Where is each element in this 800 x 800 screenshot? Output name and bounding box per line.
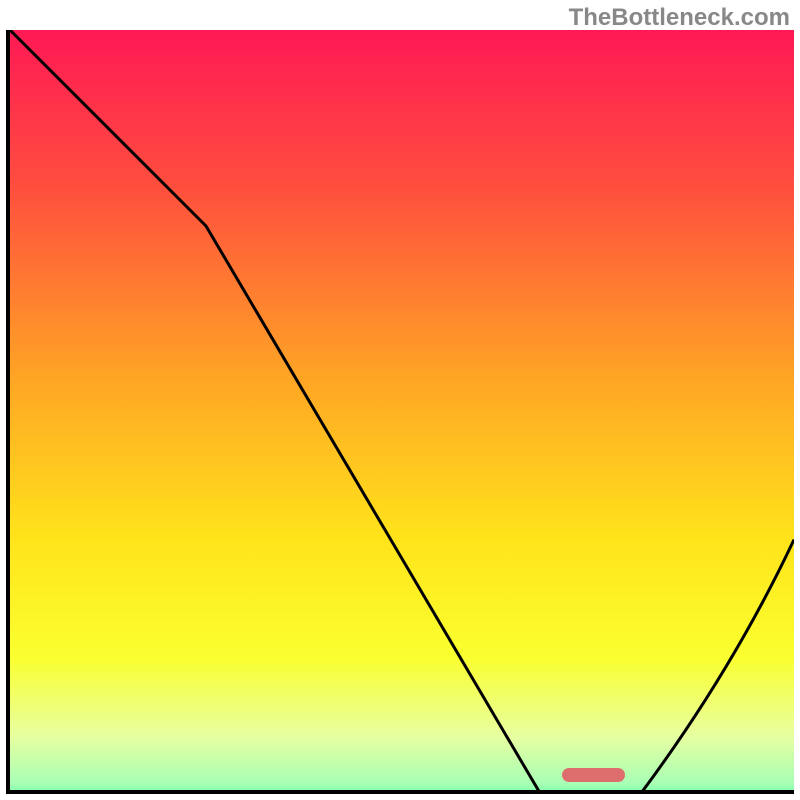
watermark-text: TheBottleneck.com — [569, 4, 790, 32]
plot-area — [6, 30, 794, 794]
bottleneck-chart: TheBottleneck.com — [0, 0, 800, 800]
optimal-marker — [562, 768, 625, 782]
bottleneck-curve — [10, 30, 794, 794]
